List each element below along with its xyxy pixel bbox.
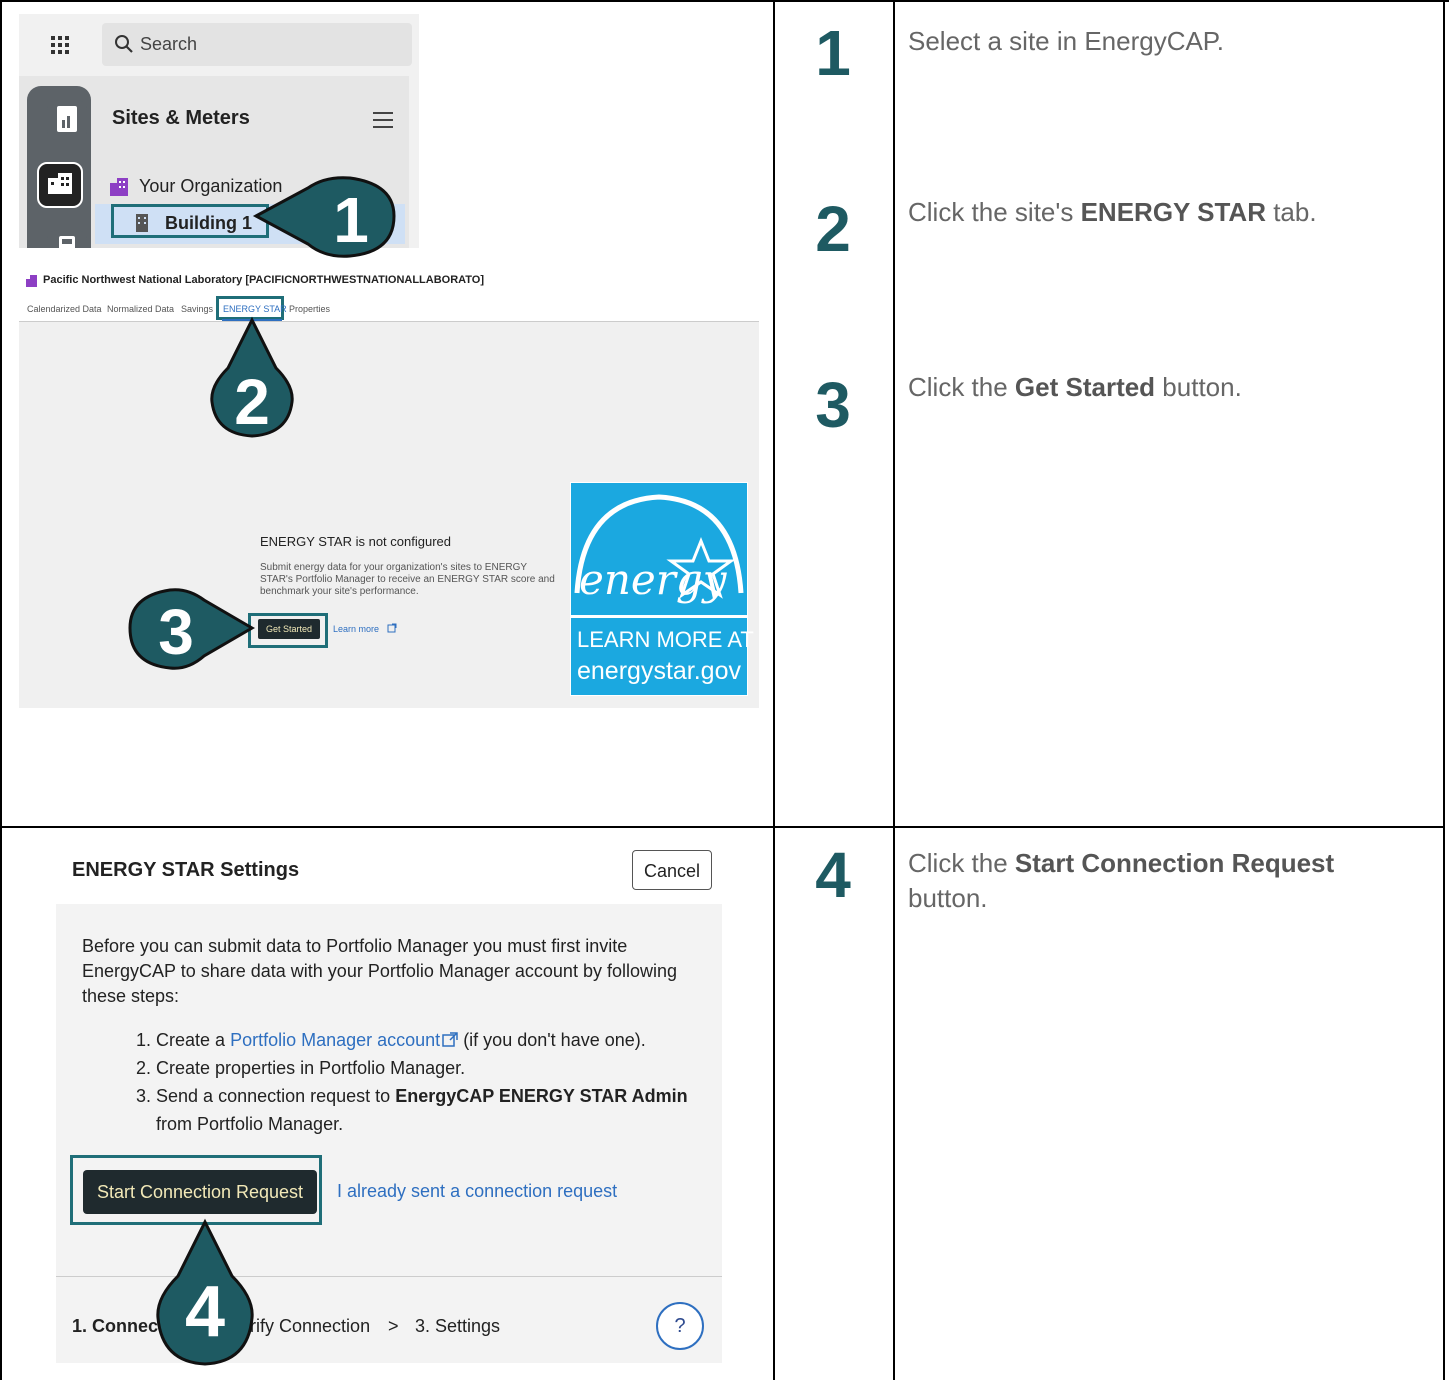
buildings-icon[interactable] — [37, 162, 83, 208]
callout-marker-3: 3 — [128, 588, 255, 670]
step-text-3-post: button. — [1155, 372, 1242, 402]
step-text-4-pre: Click the — [908, 848, 1015, 878]
not-configured-heading: ENERGY STAR is not configured — [260, 534, 451, 549]
table-col-divider-2 — [893, 0, 895, 1380]
wizard-step-settings: 3. Settings — [415, 1316, 501, 1336]
step-number-1: 1 — [815, 17, 851, 89]
search-input[interactable]: Search — [102, 23, 412, 66]
instruction-item-3-cont: from Portfolio Manager. — [156, 1114, 344, 1134]
step-text-3-pre: Click the — [908, 372, 1015, 402]
callout-label-3: 3 — [158, 596, 194, 668]
get-started-button[interactable]: Get Started — [258, 619, 320, 639]
tab-calendarized-data[interactable]: Calendarized Data — [27, 304, 102, 314]
energy-star-script: energy — [579, 555, 727, 604]
callout-marker-4: 4 — [156, 1218, 254, 1366]
table-row-divider — [0, 826, 1445, 828]
help-button[interactable]: ? — [656, 1302, 704, 1350]
site-title: Pacific Northwest National Laboratory [P… — [43, 274, 485, 286]
step-text-3: Click the Get Started button. — [908, 370, 1428, 405]
instruction-item-1: 1. Create a Portfolio Manager account (i… — [136, 1030, 646, 1051]
tree-item-building[interactable]: Building 1 — [165, 213, 252, 234]
step-number-4: 4 — [815, 839, 851, 911]
tab-energy-star[interactable]: ENERGY STAR — [223, 304, 287, 314]
settings-title: ENERGY STAR Settings — [72, 859, 300, 881]
step-text-2-post: tab. — [1265, 197, 1317, 227]
instruction-item-3-bold: EnergyCAP ENERGY STAR Admin — [395, 1086, 688, 1106]
app-grid-icon[interactable] — [51, 36, 69, 54]
step-text-2: Click the site's ENERGY STAR tab. — [908, 195, 1428, 230]
icon-rail — [27, 86, 91, 248]
instruction-item-3-prefix: 3. Send a connection request to — [136, 1086, 396, 1106]
tab-divider — [19, 321, 759, 322]
step-number-3: 3 — [815, 369, 851, 441]
search-placeholder: Search — [140, 34, 198, 54]
step-text-3-bold: Get Started — [1014, 372, 1156, 402]
tab-properties[interactable]: Properties — [289, 304, 330, 314]
step-text-4-post: button. — [908, 883, 988, 914]
instruction-item-2: 2. Create properties in Portfolio Manage… — [136, 1058, 466, 1078]
wizard-separator: > — [388, 1316, 399, 1336]
callout-label-2: 2 — [234, 366, 270, 438]
instruction-item-1-suffix: (if you don't have one). — [458, 1030, 646, 1050]
energy-star-logo-divider — [571, 615, 747, 618]
callout-label-1: 1 — [333, 184, 369, 256]
already-sent-link[interactable]: I already sent a connection request — [337, 1181, 617, 1202]
section-title: Sites & Meters — [112, 107, 250, 129]
callout-label-4: 4 — [185, 1272, 225, 1352]
settings-intro: Before you can submit data to Portfolio … — [82, 936, 677, 1006]
step-text-2-bold: ENERGY STAR — [1080, 197, 1266, 227]
instruction-item-3: 3. Send a connection request to EnergyCA… — [136, 1086, 688, 1107]
portfolio-manager-account-link[interactable]: Portfolio Manager account — [230, 1030, 440, 1050]
step-text-4-bold: Start Connection Request — [1014, 848, 1335, 878]
reports-icon[interactable] — [47, 100, 87, 140]
tab-savings[interactable]: Savings — [181, 304, 213, 314]
step-text-1: Select a site in EnergyCAP. — [908, 24, 1408, 59]
energy-star-line1: LEARN MORE AT — [577, 627, 754, 652]
table-border-top — [0, 0, 1449, 2]
learn-more-link[interactable]: Learn more — [333, 624, 379, 634]
calculator-icon[interactable] — [47, 230, 87, 248]
instruction-item-1-prefix: 1. Create a — [136, 1030, 231, 1050]
cancel-button[interactable]: Cancel — [632, 850, 712, 890]
organization-icon — [110, 178, 128, 196]
step-text-2-pre: Click the site's — [908, 197, 1081, 227]
search-icon — [115, 35, 133, 53]
external-link-icon — [387, 623, 397, 633]
table-border-left — [0, 0, 2, 1380]
not-configured-description: Submit energy data for your organization… — [260, 562, 555, 597]
energy-star-logo[interactable]: energy LEARN MORE AT energystar.gov — [570, 482, 754, 696]
building-icon — [136, 214, 148, 232]
step-number-2: 2 — [815, 193, 851, 265]
energy-star-line2: energystar.gov — [577, 657, 741, 685]
table-border-right — [1443, 0, 1445, 1380]
start-connection-button[interactable]: Start Connection Request — [83, 1170, 317, 1214]
callout-marker-2: 2 — [210, 316, 294, 438]
callout-marker-1: 1 — [252, 176, 396, 258]
site-title-icon — [26, 275, 37, 287]
tab-normalized-data[interactable]: Normalized Data — [107, 304, 174, 314]
step-text-4: Click the Start Connection Request butto… — [908, 846, 1408, 916]
step-text-1-body: Select a site in EnergyCAP. — [908, 26, 1225, 56]
hamburger-menu-icon[interactable] — [373, 112, 393, 128]
external-link-icon-2 — [442, 1032, 458, 1047]
